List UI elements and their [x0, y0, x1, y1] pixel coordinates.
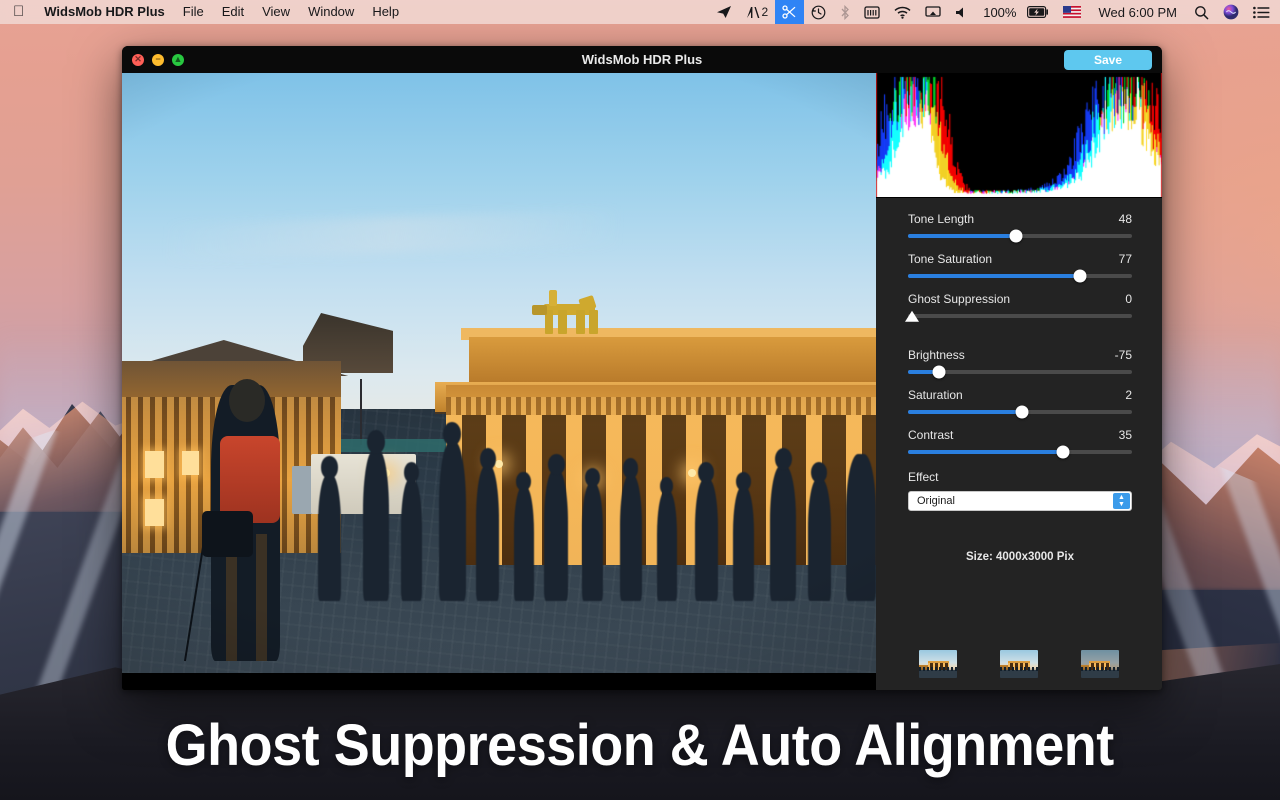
ghost-suppression-label: Ghost Suppression: [908, 292, 1011, 306]
tone-length-value: 48: [1118, 212, 1132, 226]
effect-selected-value: Original: [917, 495, 955, 507]
tone-length-slider[interactable]: [908, 229, 1132, 243]
thumbnail-exposure-2[interactable]: [999, 650, 1038, 678]
promo-headline: Ghost Suppression & Auto Alignment: [165, 712, 1115, 778]
bluetooth-icon[interactable]: [833, 0, 857, 24]
menu-help[interactable]: Help: [363, 0, 408, 24]
menubar-status-group: 2 100% Wed 6:00 PM: [709, 0, 1280, 24]
image-canvas[interactable]: [122, 73, 876, 690]
brandenburg-gate-photo: [122, 73, 876, 673]
photo-gate-attic: [468, 337, 876, 385]
photographer-head: [229, 378, 266, 422]
tone-saturation-label: Tone Saturation: [908, 252, 993, 266]
control-brightness: Brightness -75: [908, 348, 1132, 379]
adjustment-sliders: Tone Length 48 Tone Saturation 77 Ghost …: [876, 198, 1162, 459]
chevron-updown-icon[interactable]: ▲ ▼: [1113, 493, 1130, 509]
control-tone-length: Tone Length 48: [908, 212, 1132, 243]
ghost-suppression-value: 0: [1125, 292, 1132, 306]
telegram-icon[interactable]: [709, 0, 739, 24]
macos-menubar:  WidsMob HDR Plus File Edit View Window…: [0, 0, 1280, 24]
tone-saturation-slider[interactable]: [908, 269, 1132, 283]
control-tone-saturation: Tone Saturation 77: [908, 252, 1132, 283]
snip-scissors-icon[interactable]: [775, 0, 805, 24]
saturation-value: 2: [1125, 388, 1132, 402]
saturation-label: Saturation: [908, 388, 963, 402]
menubar-clock[interactable]: Wed 6:00 PM: [1088, 5, 1187, 20]
control-saturation: Saturation 2: [908, 388, 1132, 419]
histogram-canvas: [876, 73, 1162, 197]
save-button[interactable]: Save: [1063, 49, 1152, 70]
window-titlebar: ✕ − ▲ WidsMob HDR Plus Save: [122, 46, 1162, 73]
zoom-button[interactable]: ▲: [172, 53, 184, 66]
image-size-label: Size: 4000x3000 Pix: [965, 551, 1075, 563]
photo-quadriga-statue: [532, 290, 608, 334]
wifi-icon[interactable]: [887, 0, 918, 24]
siri-icon[interactable]: [1216, 0, 1246, 24]
battery-charging-icon[interactable]: [1020, 0, 1056, 24]
menu-window[interactable]: Window: [299, 0, 363, 24]
menubar-left-group:  WidsMob HDR Plus File Edit View Window…: [0, 0, 408, 24]
effect-section: Effect Original ▲ ▼ Size: 4000x3000 Pix: [876, 468, 1162, 563]
window-body: Tone Length 48 Tone Saturation 77 Ghost …: [122, 73, 1162, 690]
control-ghost-suppression: Ghost Suppression 0: [905, 292, 1132, 322]
saturation-slider[interactable]: [908, 405, 1132, 419]
app-window: ✕ − ▲ WidsMob HDR Plus Save Tone Length …: [122, 46, 1162, 690]
brightness-slider[interactable]: [908, 365, 1132, 379]
adobe-badge-count: 2: [761, 5, 769, 19]
time-machine-icon[interactable]: [804, 0, 833, 24]
effect-dropdown[interactable]: Original ▲ ▼: [908, 491, 1132, 511]
photographer-backpack: [220, 436, 281, 523]
traffic-light-group: ✕ − ▲: [122, 53, 184, 66]
tone-saturation-value: 77: [1118, 252, 1132, 266]
slider-group-separator: [908, 332, 1132, 348]
canvas-bottom-bar: [122, 673, 876, 690]
close-button[interactable]: ✕: [132, 53, 144, 66]
tone-length-label: Tone Length: [908, 212, 975, 226]
menu-edit[interactable]: Edit: [213, 0, 253, 24]
menu-file[interactable]: File: [174, 0, 213, 24]
battery-percent-label: 100%: [983, 4, 1017, 20]
contrast-slider[interactable]: [908, 445, 1132, 459]
rgb-histogram: [876, 73, 1162, 198]
brightness-label: Brightness: [908, 348, 965, 362]
menubar-app-name[interactable]: WidsMob HDR Plus: [35, 0, 174, 24]
window-title: WidsMob HDR Plus: [581, 52, 703, 67]
control-contrast: Contrast 35: [908, 428, 1132, 459]
thumbnail-exposure-3[interactable]: [1080, 650, 1119, 678]
effect-label: Effect: [908, 470, 939, 484]
contrast-label: Contrast: [908, 428, 954, 442]
minimize-button[interactable]: −: [152, 53, 164, 66]
menu-view[interactable]: View: [253, 0, 299, 24]
brightness-value: -75: [1114, 348, 1132, 362]
apple-logo-icon[interactable]: : [0, 0, 35, 24]
us-flag-icon[interactable]: [1056, 0, 1088, 24]
spotlight-search-icon[interactable]: [1187, 0, 1216, 24]
volume-speaker-icon[interactable]: [948, 0, 975, 24]
promo-banner: Ghost Suppression & Auto Alignment: [0, 690, 1280, 800]
airplay-icon[interactable]: [918, 0, 948, 24]
ghost-suppression-slider[interactable]: [905, 310, 1132, 322]
photo-foreground-photographer: [175, 373, 326, 662]
exposure-thumbnail-strip: [876, 638, 1162, 690]
control-panel: Tone Length 48 Tone Saturation 77 Ghost …: [876, 73, 1162, 690]
adobe-icon[interactable]: 2: [739, 0, 776, 24]
thumbnail-exposure-1[interactable]: [919, 650, 958, 678]
photographer-camera-bag: [201, 511, 254, 558]
contrast-value: 35: [1118, 428, 1132, 442]
notification-center-icon[interactable]: [1246, 0, 1280, 24]
tv-remote-icon[interactable]: [857, 0, 887, 24]
